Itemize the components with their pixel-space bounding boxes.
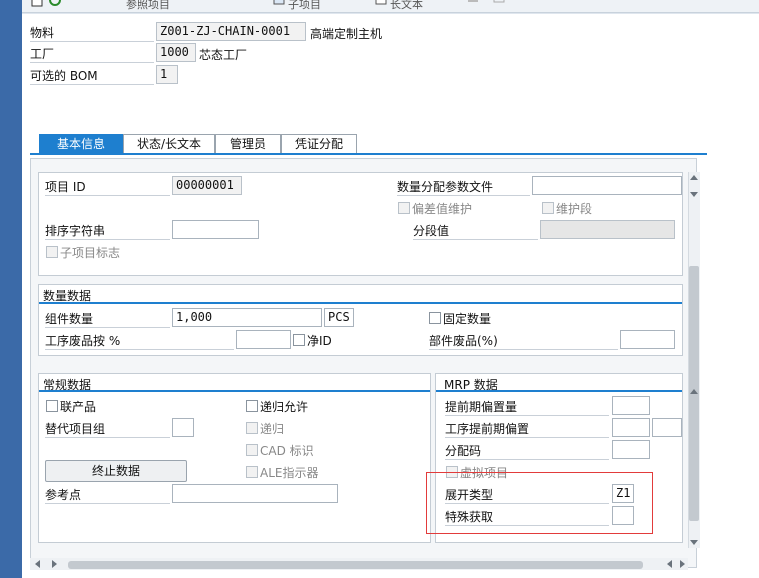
quantity-group-line (39, 302, 682, 304)
net-id-label: 净ID (307, 334, 332, 348)
lead-time-offset-field[interactable] (612, 396, 650, 415)
common-data-group (38, 373, 431, 543)
ale-indicator-checkbox[interactable] (246, 466, 258, 478)
longtext-icon[interactable] (374, 0, 388, 8)
deviation-label: 偏差值维护 (412, 202, 473, 216)
scroll-down-icon-2[interactable] (690, 540, 698, 546)
recursive-label: 递归 (260, 422, 285, 436)
cad-indicator-label: CAD 标识 (260, 444, 314, 458)
component-qty-field[interactable]: 1,000 (172, 308, 322, 327)
grid-icon[interactable] (492, 0, 506, 8)
highlight-box (426, 472, 653, 534)
material-description: 高端定制主机 (310, 27, 383, 41)
segment-value-field[interactable] (540, 220, 675, 239)
alt-item-group-label: 替代项目组 (45, 420, 170, 438)
op-scrap-field[interactable] (236, 330, 291, 349)
subitem-icon[interactable] (272, 0, 286, 8)
component-scrap-field[interactable] (620, 330, 675, 349)
refresh-icon[interactable] (48, 0, 62, 8)
recursive-checkbox[interactable] (246, 422, 258, 434)
op-lead-time-offset-unit-field[interactable] (652, 418, 682, 437)
toolbar-longtext[interactable]: 长文本 (390, 0, 423, 12)
subitem-flag-checkbox[interactable] (46, 246, 58, 258)
save-icon[interactable] (466, 0, 480, 8)
distribution-key-field[interactable] (612, 440, 650, 459)
scroll-up-icon-2[interactable] (690, 388, 698, 394)
material-label: 物料 (30, 24, 154, 42)
fixed-qty-checkbox[interactable] (429, 312, 441, 324)
toolbar-reference-item[interactable]: 参照项目 (126, 0, 170, 12)
qty-dist-profile-label: 数量分配参数文件 (397, 178, 530, 196)
unit-field[interactable]: PCS (324, 308, 354, 327)
tab-document-assignment[interactable]: 凭证分配 (281, 134, 357, 153)
scroll-left-icon[interactable] (34, 560, 40, 568)
coproduct-label: 联产品 (60, 400, 97, 414)
scroll-down-icon[interactable] (690, 192, 698, 198)
maint-seg-label: 维护段 (556, 202, 593, 216)
common-data-line (39, 390, 430, 392)
item-id-field[interactable]: 00000001 (172, 176, 242, 195)
op-lead-time-offset-field[interactable] (612, 418, 650, 437)
reference-point-label: 参考点 (45, 486, 170, 504)
material-field[interactable]: Z001-ZJ-CHAIN-0001 (156, 22, 306, 41)
alt-item-group-field[interactable] (172, 418, 194, 437)
scroll-right-icon[interactable] (52, 560, 58, 568)
plant-description: 芯态工厂 (199, 48, 248, 62)
subitem-flag-label: 子项目标志 (60, 246, 121, 260)
op-scrap-label: 工序废品按 % (45, 332, 234, 350)
maint-seg-checkbox[interactable] (542, 202, 554, 214)
fixed-qty-label: 固定数量 (443, 312, 492, 326)
discontinue-data-button[interactable]: 终止数据 (45, 460, 187, 482)
recursive-allowed-label: 递归允许 (260, 400, 309, 414)
op-lead-time-offset-label: 工序提前期偏置 (445, 420, 609, 438)
left-nav-bar (0, 0, 22, 578)
toolbar: 参照项目 子项目 长文本 (22, 0, 759, 13)
deviation-checkbox[interactable] (398, 202, 410, 214)
distribution-key-label: 分配码 (445, 442, 609, 460)
lead-time-offset-label: 提前期偏置量 (445, 398, 609, 416)
alt-bom-label: 可选的 BOM (30, 67, 154, 85)
coproduct-checkbox[interactable] (46, 400, 58, 412)
sort-string-label: 排序字符串 (45, 222, 170, 240)
back-arrow-icon[interactable] (434, 0, 448, 8)
horizontal-scroll-thumb[interactable] (68, 561, 643, 569)
component-qty-label: 组件数量 (45, 310, 170, 328)
scroll-left-icon-2[interactable] (666, 560, 672, 568)
plant-label: 工厂 (30, 45, 154, 63)
tab-basic-info[interactable]: 基本信息 (39, 134, 123, 153)
net-id-checkbox[interactable] (293, 334, 305, 346)
recursive-allowed-checkbox[interactable] (246, 400, 258, 412)
tab-underline (30, 153, 707, 155)
alt-bom-field[interactable]: 1 (156, 65, 178, 84)
mrp-data-line (436, 390, 682, 392)
toolbar-subitem[interactable]: 子项目 (288, 0, 321, 12)
tab-administrator[interactable]: 管理员 (215, 134, 281, 153)
qty-dist-profile-field[interactable] (532, 176, 682, 195)
item-id-label: 项目 ID (45, 178, 170, 196)
tab-status-longtext[interactable]: 状态/长文本 (123, 134, 215, 153)
segment-value-label: 分段值 (413, 222, 538, 240)
scroll-right-icon-2[interactable] (680, 560, 686, 568)
plant-field[interactable]: 1000 (156, 43, 196, 62)
ale-indicator-label: ALE指示器 (260, 466, 319, 480)
page-icon[interactable] (30, 0, 44, 8)
component-scrap-label: 部件废品(%) (429, 332, 618, 350)
cad-indicator-checkbox[interactable] (246, 444, 258, 456)
scroll-up-icon[interactable] (690, 174, 698, 180)
sort-string-field[interactable] (172, 220, 259, 239)
reference-point-field[interactable] (172, 484, 338, 503)
